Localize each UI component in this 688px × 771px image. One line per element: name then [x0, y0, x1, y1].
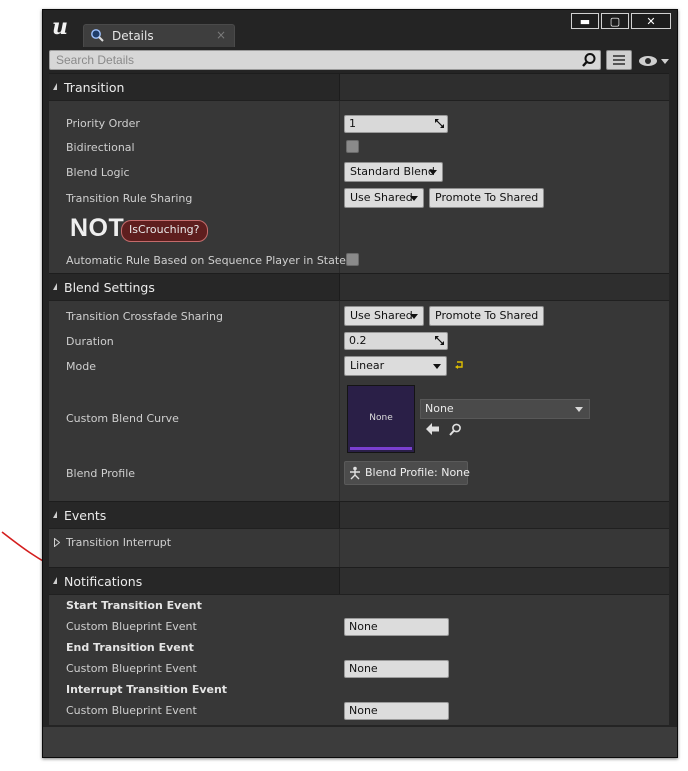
tab-label: Details: [112, 29, 154, 43]
thumbnail-label: None: [369, 413, 393, 423]
duration-input[interactable]: 0.2: [344, 332, 448, 350]
minimize-button[interactable]: ▬: [571, 13, 599, 29]
transition-interrupt-label[interactable]: Transition Interrupt: [66, 536, 171, 549]
start-custom-blueprint-event-label: Custom Blueprint Event: [66, 620, 197, 633]
unreal-logo-icon: u: [52, 14, 68, 40]
not-node-label: NOT: [70, 214, 125, 242]
chevron-down-icon: [410, 196, 418, 201]
use-selected-arrow-icon[interactable]: [426, 423, 439, 435]
category-title: Events: [64, 508, 107, 523]
expand-arrow-icon[interactable]: [53, 83, 57, 90]
view-options-button[interactable]: [606, 50, 632, 70]
spin-arrows-icon[interactable]: [435, 119, 444, 128]
column-divider: [339, 568, 340, 594]
category-header-fill: [340, 274, 669, 300]
bidirectional-label: Bidirectional: [66, 141, 135, 154]
iscrouching-variable-pill[interactable]: IsCrouching?: [121, 220, 208, 242]
priority-order-label: Priority Order: [66, 117, 140, 130]
close-window-button[interactable]: ✕: [631, 13, 671, 29]
crossfade-sharing-label: Transition Crossfade Sharing: [66, 310, 223, 323]
bottom-strip: [43, 727, 677, 757]
start-transition-event-heading: Start Transition Event: [66, 599, 202, 612]
column-divider: [339, 301, 340, 501]
search-details[interactable]: [49, 50, 601, 70]
start-custom-blueprint-event-field[interactable]: None: [344, 618, 449, 636]
category-blend-settings[interactable]: Blend Settings: [49, 273, 669, 301]
maximize-button[interactable]: ▢: [601, 13, 629, 29]
custom-blend-curve-label: Custom Blend Curve: [66, 412, 179, 425]
column-divider: [339, 274, 340, 300]
end-custom-blueprint-event-label: Custom Blueprint Event: [66, 662, 197, 675]
asset-type-bar: [350, 447, 412, 450]
category-header-fill: [340, 502, 669, 528]
automatic-rule-label: Automatic Rule Based on Sequence Player …: [66, 254, 346, 267]
promote-to-shared-button[interactable]: Promote To Shared: [429, 306, 545, 326]
category-header-fill: [340, 74, 669, 100]
interrupt-custom-blueprint-event-field[interactable]: None: [344, 702, 449, 720]
interrupt-custom-blueprint-event-label: Custom Blueprint Event: [66, 704, 197, 717]
browse-icon[interactable]: [449, 423, 462, 436]
chevron-down-icon: [410, 314, 418, 319]
category-transition[interactable]: Transition: [49, 73, 669, 101]
priority-order-input[interactable]: 1: [344, 115, 448, 133]
bidirectional-checkbox[interactable]: [346, 140, 359, 153]
blend-logic-value: Standard Blend: [350, 165, 435, 178]
search-input[interactable]: [50, 51, 582, 69]
blend-logic-label: Blend Logic: [66, 166, 130, 179]
column-divider: [339, 502, 340, 528]
chevron-down-icon: [575, 407, 583, 412]
search-icon[interactable]: [581, 52, 597, 68]
category-title: Transition: [64, 80, 125, 95]
blend-profile-value: Blend Profile: None: [365, 466, 470, 479]
interrupt-transition-event-heading: Interrupt Transition Event: [66, 683, 228, 696]
eye-icon[interactable]: [637, 53, 671, 69]
details-panel: Transition Priority Order 1 Bidirectiona…: [49, 73, 669, 725]
category-title: Blend Settings: [64, 280, 155, 295]
blend-curve-thumbnail[interactable]: None: [347, 385, 415, 453]
mode-dropdown[interactable]: Linear: [344, 356, 447, 376]
promote-to-shared-button[interactable]: Promote To Shared: [429, 188, 545, 208]
expand-arrow-icon[interactable]: [53, 577, 57, 584]
close-tab-icon[interactable]: ×: [216, 28, 226, 42]
category-header-fill: [340, 568, 669, 594]
category-events[interactable]: Events: [49, 501, 669, 529]
crossfade-sharing-dropdown[interactable]: Use Shared: [344, 306, 424, 326]
crossfade-sharing-value: Use Shared: [350, 309, 413, 322]
view-options-icon: [613, 55, 625, 65]
mode-label: Mode: [66, 360, 96, 373]
end-custom-blueprint-event-field[interactable]: None: [344, 660, 449, 678]
chevron-down-icon: [429, 170, 437, 175]
details-window: u Details × ▬ ▢ ✕ Search Details Transit…: [42, 9, 678, 758]
blend-profile-label: Blend Profile: [66, 467, 136, 480]
mode-value: Linear: [350, 359, 385, 372]
column-divider: [339, 529, 340, 567]
blend-curve-value: None: [425, 402, 454, 415]
rule-sharing-dropdown[interactable]: Use Shared: [344, 188, 424, 208]
transition-rule-sharing-label: Transition Rule Sharing: [66, 192, 193, 205]
chevron-down-icon: [433, 364, 441, 369]
blend-profile-picker[interactable]: Blend Profile: None: [344, 461, 470, 485]
expand-arrow-icon[interactable]: [53, 511, 57, 518]
category-title: Notifications: [64, 574, 143, 589]
column-divider: [339, 74, 340, 100]
priority-order-value: 1: [349, 117, 356, 130]
blend-profile-icon: [350, 466, 360, 480]
blend-curve-asset-dropdown[interactable]: None: [420, 399, 590, 419]
category-notifications[interactable]: Notifications: [49, 567, 669, 595]
end-transition-event-heading: End Transition Event: [66, 641, 194, 654]
tab-details[interactable]: Details ×: [83, 24, 235, 47]
expand-arrow-icon[interactable]: [53, 283, 57, 290]
collapsed-arrow-icon[interactable]: [54, 538, 60, 547]
duration-label: Duration: [66, 335, 114, 348]
duration-value: 0.2: [349, 334, 367, 347]
blend-logic-dropdown[interactable]: Standard Blend: [344, 162, 443, 182]
rule-sharing-value: Use Shared: [350, 191, 413, 204]
details-magnifier-icon: [91, 29, 104, 42]
column-divider: [339, 101, 340, 273]
spin-arrows-icon[interactable]: [435, 336, 444, 345]
reset-to-default-icon[interactable]: [454, 360, 464, 370]
window-controls: ▬ ▢ ✕: [569, 13, 671, 29]
automatic-rule-checkbox[interactable]: [346, 253, 359, 266]
